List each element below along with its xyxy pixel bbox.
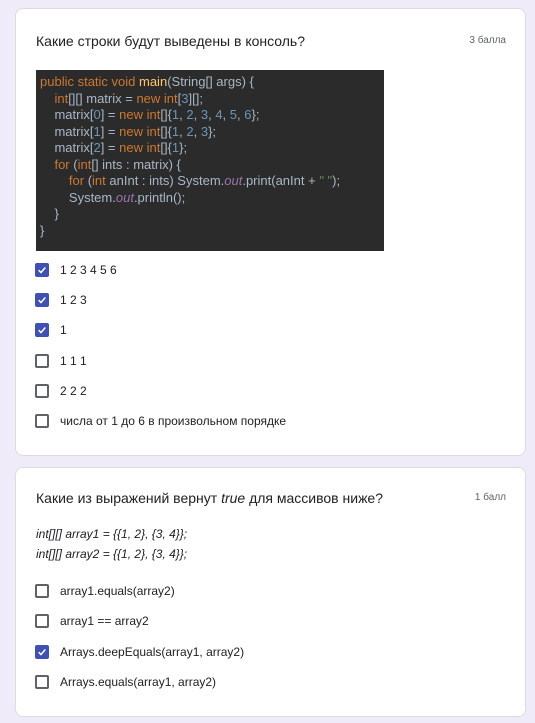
checkbox[interactable] xyxy=(35,323,49,337)
option-row[interactable]: 2 2 2 xyxy=(35,382,87,400)
option-row[interactable]: 1 1 1 xyxy=(35,352,87,370)
checkbox[interactable] xyxy=(35,645,49,659)
code-line: int[][] array2 = {{1, 2}, {3, 4}}; xyxy=(36,547,188,561)
option-label: 2 2 2 xyxy=(60,384,87,398)
option-label: 1 xyxy=(60,323,67,337)
question-points: 3 балла xyxy=(469,35,506,46)
checkmark-icon xyxy=(38,649,46,656)
option-label: числа от 1 до 6 в произвольном порядке xyxy=(60,414,287,428)
checkbox[interactable] xyxy=(35,584,49,598)
option-label: 1 1 1 xyxy=(60,354,87,368)
question-card-2: Какие из выражений вернут true для масси… xyxy=(15,467,526,717)
checkbox[interactable] xyxy=(35,384,49,398)
checkbox[interactable] xyxy=(35,293,49,307)
checkmark-icon xyxy=(38,267,46,274)
option-row[interactable]: Arrays.equals(array1, array2) xyxy=(35,673,216,691)
option-row[interactable]: числа от 1 до 6 в произвольном порядке xyxy=(35,412,286,430)
option-row[interactable]: array1 == array2 xyxy=(35,612,149,630)
option-label: Arrays.deepEquals(array1, array2) xyxy=(60,645,245,659)
option-label: 1 2 3 xyxy=(60,293,87,307)
option-row[interactable]: Arrays.deepEquals(array1, array2) xyxy=(35,643,244,661)
code-line: int[][] array1 = {{1, 2}, {3, 4}}; xyxy=(36,527,188,541)
checkbox[interactable] xyxy=(35,263,49,277)
option-row[interactable]: 1 2 3 xyxy=(35,291,87,309)
option-row[interactable]: array1.equals(array2) xyxy=(35,582,175,600)
option-label: 1 2 3 4 5 6 xyxy=(60,263,117,277)
option-label: array1.equals(array2) xyxy=(60,584,175,598)
question-card-1: Какие строки будут выведены в консоль? 3… xyxy=(15,8,526,456)
checkmark-icon xyxy=(38,297,46,304)
question-title: Какие из выражений вернут true для масси… xyxy=(36,490,383,506)
code-image: public static void main(String[] args) {… xyxy=(36,70,384,251)
option-row[interactable]: 1 xyxy=(35,321,67,339)
question-title: Какие строки будут выведены в консоль? xyxy=(36,33,306,49)
checkbox[interactable] xyxy=(35,675,49,689)
checkmark-icon xyxy=(38,327,46,334)
checkbox[interactable] xyxy=(35,614,49,628)
option-label: array1 == array2 xyxy=(60,614,149,628)
question-points: 1 балл xyxy=(474,492,506,503)
option-row[interactable]: 1 2 3 4 5 6 xyxy=(35,261,117,279)
checkbox[interactable] xyxy=(35,354,49,368)
option-label: Arrays.equals(array1, array2) xyxy=(60,675,217,689)
checkbox[interactable] xyxy=(35,414,49,428)
